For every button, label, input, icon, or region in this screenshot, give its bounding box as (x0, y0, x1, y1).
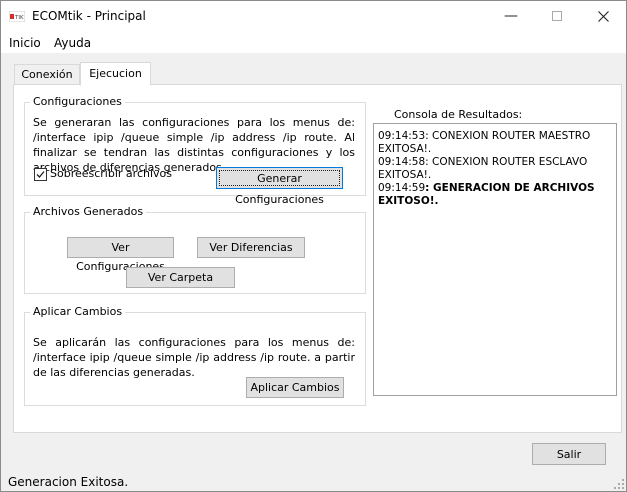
aplicar-cambios-button[interactable]: Aplicar Cambios (246, 377, 344, 398)
checkmark-icon (36, 171, 45, 178)
close-icon (597, 10, 609, 22)
resize-grip-icon[interactable] (614, 479, 624, 489)
ver-carpeta-button[interactable]: Ver Carpeta (126, 267, 235, 288)
minimize-button[interactable]: — (488, 1, 534, 32)
ecomtik-app-icon: TIK (9, 11, 25, 22)
group-title-aplicar: Aplicar Cambios (30, 305, 126, 318)
console-line: 09:14:58: CONEXION ROUTER ESCLAVO EXITOS… (378, 156, 610, 182)
salir-button[interactable]: Salir (532, 443, 606, 465)
sobreescribir-label[interactable]: Sobreescribir archivos (50, 166, 172, 181)
group-title-archivos: Archivos Generados (30, 205, 147, 218)
main-window: TIK ECOMtik - Principal — Inicio Ayuda C… (0, 0, 627, 492)
close-button[interactable] (580, 1, 626, 32)
sobreescribir-checkbox[interactable] (34, 168, 47, 181)
window-title: ECOMtik - Principal (32, 9, 146, 23)
status-text: Generacion Exitosa. (8, 475, 129, 489)
console-label: Consola de Resultados: (394, 108, 523, 121)
console-line: 09:14:59: GENERACION DE ARCHIVOS EXITOSO… (378, 182, 610, 208)
tab-conexion[interactable]: Conexión (14, 64, 80, 85)
menu-ayuda[interactable]: Ayuda (54, 36, 91, 50)
menu-inicio[interactable]: Inicio (9, 36, 41, 50)
group-aplicar-cambios: Aplicar Cambios Se aplicarán las configu… (24, 305, 366, 406)
maximize-button[interactable] (534, 1, 580, 32)
group-archivos-generados: Archivos Generados Ver Configuraciones V… (24, 205, 366, 294)
group-configuraciones: Configuraciones Se generaran las configu… (24, 95, 366, 206)
maximize-icon (552, 11, 562, 21)
ver-diferencias-button[interactable]: Ver Diferencias (197, 237, 305, 258)
console-timestamp: 09:14:53 (378, 130, 426, 142)
title-bar[interactable]: TIK ECOMtik - Principal — (1, 1, 626, 32)
svg-text:TIK: TIK (14, 15, 24, 21)
group-title-configuraciones: Configuraciones (30, 95, 125, 108)
menu-bar: Inicio Ayuda (1, 32, 626, 53)
console-timestamp: 09:14:58 (378, 156, 426, 168)
status-bar: Generacion Exitosa. (1, 473, 626, 491)
console-timestamp: 09:14:59 (378, 182, 426, 194)
console-output[interactable]: 09:14:53: CONEXION ROUTER MAESTRO EXITOS… (373, 123, 617, 396)
generar-configuraciones-button[interactable]: Generar Configuraciones (216, 167, 343, 206)
minimize-icon: — (504, 8, 518, 24)
tab-ejecucion[interactable]: Ejecucion (80, 62, 151, 86)
console-line: 09:14:53: CONEXION ROUTER MAESTRO EXITOS… (378, 130, 610, 156)
ver-configuraciones-button[interactable]: Ver Configuraciones (67, 237, 174, 273)
aplicar-description: Se aplicarán las configuraciones para lo… (33, 336, 355, 379)
